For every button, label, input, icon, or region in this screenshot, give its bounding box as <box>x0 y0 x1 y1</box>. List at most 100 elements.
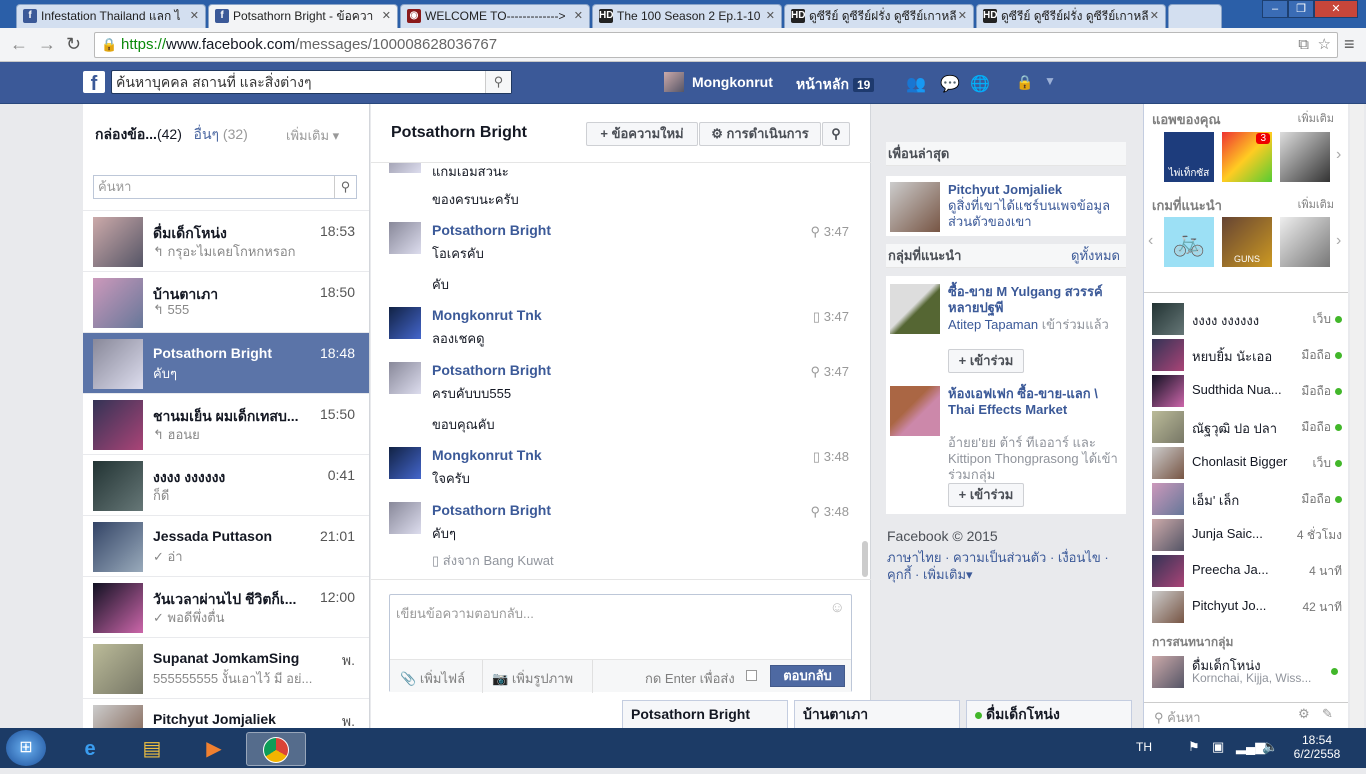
compose-icon[interactable]: ✎ <box>1322 706 1333 722</box>
language-indicator[interactable]: TH <box>1136 740 1152 754</box>
chat-contact[interactable]: Junja Saic... 4 ชั่วโมง <box>1152 517 1342 553</box>
sent-from-location[interactable]: ▯ ส่งจาก Bang Kuwat <box>432 550 554 571</box>
close-icon[interactable]: ✕ <box>382 5 391 27</box>
url-field[interactable]: 🔒 https://www.facebook.com/messages/1000… <box>94 32 1338 58</box>
back-icon[interactable]: ← <box>10 34 28 55</box>
add-photo-button[interactable]: 📷 เพิ่มรูปภาพ <box>492 668 573 689</box>
clock[interactable]: 18:54 6/2/2558 <box>1292 733 1342 761</box>
chat-search-bar[interactable]: ⚲ ค้นหา ⚙ ✎ <box>1144 702 1348 728</box>
browser-tab[interactable]: ◉ WELCOME TO-------------> ✕ <box>400 4 590 28</box>
home-link[interactable]: หน้าหลัก 19 <box>796 74 875 96</box>
chat-contact[interactable]: Chonlasit Bigger เว็บ <box>1152 445 1342 481</box>
join-group-button[interactable]: + เข้าร่วม <box>948 483 1024 507</box>
close-icon[interactable]: ✕ <box>766 5 775 27</box>
close-icon[interactable]: ✕ <box>574 5 583 27</box>
conversation-search-input[interactable]: ค้นหา ⚲ <box>93 175 357 199</box>
start-button[interactable]: ⊞ <box>6 730 46 766</box>
chat-contact[interactable]: Preecha Ja... 4 นาที <box>1152 553 1342 589</box>
new-tab-button[interactable] <box>1168 4 1222 28</box>
search-icon[interactable]: ⚲ <box>334 176 356 198</box>
sender-name[interactable]: Potsathorn Bright <box>432 362 551 378</box>
search-icon[interactable]: ⚲ <box>485 71 511 93</box>
enter-to-send-checkbox[interactable] <box>746 670 757 681</box>
emoji-icon[interactable]: ☺ <box>830 599 845 616</box>
chat-tab[interactable]: ดื่มเด็กโหน่ง <box>966 700 1132 728</box>
conversation-item[interactable]: วันเวลาผ่านไป ชีวิตก็เ... 12:00 ✓ พอดีพึ่ง… <box>83 576 369 637</box>
browser-tab[interactable]: HD The 100 Season 2 Ep.1-10 ✕ <box>592 4 782 28</box>
chat-contact[interactable]: Pitchyut Jo... 42 นาที <box>1152 589 1342 625</box>
avatar[interactable] <box>389 447 421 479</box>
star-icon[interactable]: ☆ <box>1318 33 1331 57</box>
media-player-icon[interactable]: ▶ <box>186 732 242 766</box>
translate-icon[interactable]: ⧉ <box>1298 33 1309 57</box>
chat-contact[interactable]: งงงง งงงงงง เว็บ <box>1152 301 1342 337</box>
group-name-link[interactable]: ซื้อ-ขาย M Yulgang สวรรค์หลายปฐพี <box>948 284 1124 316</box>
group-chat-item[interactable]: ดื่มเด็กโหน่ง Kornchai, Kijja, Wiss... <box>1152 654 1342 690</box>
friend-name-link[interactable]: Pitchyut Jomjaliek <box>948 182 1062 197</box>
poker-app-icon[interactable]: ไพ่เท็กซัส <box>1164 132 1214 182</box>
notifications-globe-icon[interactable]: 🌐 <box>970 74 990 94</box>
bmx-game-icon[interactable]: 🚲 <box>1164 217 1214 267</box>
forward-icon[interactable]: → <box>38 34 56 55</box>
games-more-link[interactable]: เพิ่มเติม <box>1298 195 1334 213</box>
conversation-item[interactable]: ดื่มเด็กโหน่ง 18:53 ↰ กรุอะไมเคยโกหกหรอก <box>83 210 369 271</box>
guns-rush-game-icon[interactable]: GUNS RUSH <box>1222 217 1272 267</box>
browser-tab[interactable]: HD ดูซีรีย์ ดูซีรีย์ฝรั่ง ดูซีรีย์เกาหลี… <box>784 4 974 28</box>
chat-search-input[interactable]: ⚲ ค้นหา <box>1154 707 1201 728</box>
bike-game-app-icon[interactable] <box>1280 132 1330 182</box>
flag-icon[interactable]: ⚑ <box>1188 739 1200 755</box>
chat-tab[interactable]: บ้านตาเภา <box>794 700 960 728</box>
close-icon[interactable]: ✕ <box>1150 5 1159 27</box>
close-icon[interactable]: ✕ <box>190 5 199 27</box>
browser-tab[interactable]: HD ดูซีรีย์ ดูซีรีย์ฝรั่ง ดูซีรีย์เกาหลี… <box>976 4 1166 28</box>
conversation-item[interactable]: งงงง งงงงงง 0:41 ก็ดี <box>83 454 369 515</box>
apps-more-link[interactable]: เพิ่มเติม <box>1298 109 1334 127</box>
page-scrollbar[interactable] <box>1350 104 1364 728</box>
conversation-item[interactable]: ชานมเย็น ผมเด็กเทสบ... 15:50 ↰ ฮอนย <box>83 393 369 454</box>
racing-game-icon[interactable] <box>1280 217 1330 267</box>
sender-name[interactable]: Mongkonrut Tnk <box>432 307 542 323</box>
avatar[interactable] <box>389 307 421 339</box>
join-group-button[interactable]: + เข้าร่วม <box>948 349 1024 373</box>
messages-icon[interactable]: 💬 <box>940 74 960 94</box>
conversation-item[interactable]: บ้านตาเภา 18:50 ↰ 555 <box>83 271 369 332</box>
file-explorer-icon[interactable]: ▤ <box>124 732 180 766</box>
reply-button[interactable]: ตอบกลับ <box>770 665 845 687</box>
conversation-item[interactable]: Supanat JomkamSing พ. 555555555 งั้นเอาไว้… <box>83 637 369 698</box>
avatar[interactable] <box>890 182 940 232</box>
group-name-link[interactable]: ห้องเอฟเฟก ซื้อ-ขาย-แลก \ Thai Effects M… <box>948 386 1124 418</box>
chevron-left-icon[interactable]: ‹ <box>1148 232 1153 250</box>
close-icon[interactable]: ✕ <box>958 5 967 27</box>
conversation-item-selected[interactable]: Potsathorn Bright 18:48 คับๆ <box>83 332 369 393</box>
tab-other[interactable]: อื่นๆ (32) <box>194 126 248 142</box>
friend-description-link[interactable]: ดูสิ่งที่เขาได้แชร์บนเพจข้อมูลส่วนตัวของ… <box>948 198 1124 230</box>
browser-tab[interactable]: f Infestation Thailand แลก ไ ✕ <box>16 4 206 28</box>
chevron-right-icon[interactable]: › <box>1336 232 1341 250</box>
internet-explorer-icon[interactable]: e <box>62 732 118 766</box>
tab-inbox[interactable]: กล่องข้อ...(42) <box>95 126 182 142</box>
avatar[interactable] <box>389 502 421 534</box>
chat-contact[interactable]: เอ็ม' เล็ก มือถือ <box>1152 481 1342 517</box>
conversation-item[interactable]: Jessada Puttason 21:01 ✓ อ่า <box>83 515 369 576</box>
thread-scrollbar[interactable] <box>862 541 868 577</box>
gear-icon[interactable]: ⚙ <box>1298 706 1310 722</box>
account-dropdown-icon[interactable]: ▼ <box>1044 74 1056 88</box>
footer-links[interactable]: ภาษาไทย · ความเป็นส่วนตัว · เงื่อนไข · ค… <box>887 549 1127 583</box>
chrome-icon[interactable] <box>246 732 306 766</box>
see-all-link[interactable]: ดูทั้งหมด <box>1071 244 1120 268</box>
more-dropdown[interactable]: เพิ่มเติม ▾ <box>286 125 339 146</box>
facebook-logo-icon[interactable]: f <box>83 71 105 95</box>
add-file-button[interactable]: 📎 เพิ่มไฟล์ <box>400 668 465 689</box>
actions-button[interactable]: ⚙ การดำเนินการ <box>699 122 821 146</box>
profile-link[interactable]: Mongkonrut <box>692 74 773 90</box>
avatar[interactable] <box>664 72 684 92</box>
fb-search-input[interactable]: ค้นหาบุคคล สถานที่ และสิ่งต่างๆ ⚲ <box>111 70 512 94</box>
sender-name[interactable]: Mongkonrut Tnk <box>432 447 542 463</box>
tray-icon[interactable]: ▣ <box>1212 739 1224 755</box>
chat-contact[interactable]: Sudthida Nua... มือถือ <box>1152 373 1342 409</box>
network-icon[interactable]: ▂▄▆ <box>1236 739 1265 755</box>
avatar[interactable] <box>389 362 421 394</box>
minimize-icon[interactable]: – <box>1262 0 1288 18</box>
friend-requests-icon[interactable]: 👥 <box>906 74 926 94</box>
close-window-icon[interactable]: ✕ <box>1314 0 1358 18</box>
